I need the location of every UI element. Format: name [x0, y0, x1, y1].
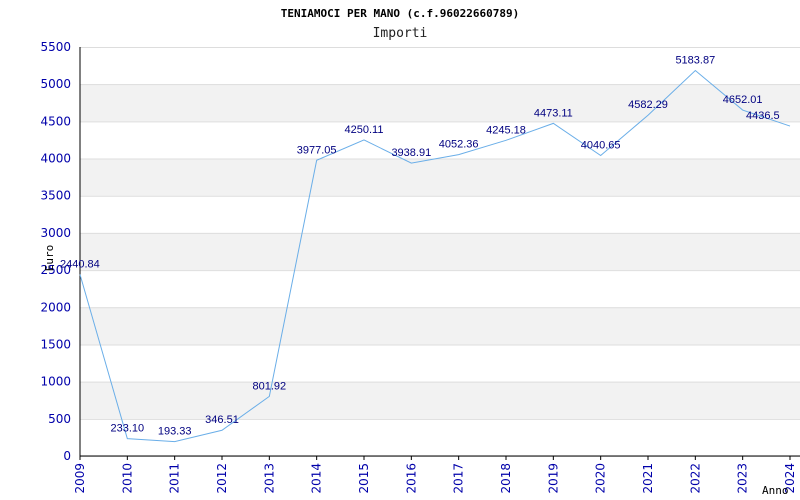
x-tick-label: 2022 — [688, 463, 702, 494]
data-label: 4052.36 — [439, 139, 479, 151]
data-label: 801.92 — [253, 380, 287, 392]
x-tick-label: 2017 — [452, 463, 466, 494]
y-tick-label: 4000 — [40, 152, 71, 166]
y-tick-label: 1500 — [40, 337, 71, 351]
y-axis-label: Euro — [43, 245, 56, 272]
data-label: 3977.05 — [297, 144, 337, 156]
data-label: 4436.5 — [746, 110, 780, 122]
y-tick-label: 3000 — [40, 226, 71, 240]
data-label: 193.33 — [158, 426, 192, 438]
x-tick-label: 2019 — [546, 463, 560, 494]
y-tick-label: 1000 — [40, 375, 71, 389]
x-tick-label: 2020 — [594, 463, 608, 494]
x-tick-label: 2013 — [262, 463, 276, 494]
y-tick-label: 5500 — [40, 40, 71, 54]
x-tick-label: 2021 — [641, 463, 655, 494]
x-tick-label: 2010 — [120, 463, 134, 494]
grid-band — [80, 232, 800, 271]
x-tick-label: 2023 — [736, 463, 750, 494]
x-tick-label: 2015 — [357, 463, 371, 494]
x-tick-label: 2011 — [168, 463, 182, 494]
data-label: 346.51 — [205, 414, 239, 426]
grid-band — [80, 307, 800, 345]
x-axis-label: Anno — [762, 484, 789, 497]
data-label: 4473.11 — [534, 107, 573, 119]
y-tick-label: 4500 — [40, 114, 71, 128]
x-tick-label: 2016 — [404, 463, 418, 494]
data-label: 233.10 — [111, 423, 145, 435]
y-tick-label: 0 — [63, 449, 71, 463]
data-label: 2440.84 — [60, 258, 100, 270]
x-tick-label: 2012 — [215, 463, 229, 494]
chart-subtitle: Importi — [373, 26, 428, 41]
data-label: 4582.29 — [628, 99, 668, 111]
data-label: 4245.18 — [486, 124, 526, 136]
y-tick-label: 3500 — [40, 189, 71, 203]
x-tick-label: 2009 — [73, 463, 87, 494]
data-label: 3938.91 — [391, 147, 431, 159]
grid-band — [80, 381, 800, 419]
data-label: 4250.11 — [345, 124, 384, 136]
data-label: 4652.01 — [723, 94, 763, 106]
line-chart: TENIAMOCI PER MANO (c.f.96022660789) Imp… — [40, 7, 800, 497]
data-label: 5183.87 — [675, 55, 715, 67]
data-label: 4040.65 — [581, 140, 621, 152]
y-tick-label: 2000 — [40, 300, 71, 314]
y-tick-label: 500 — [48, 412, 71, 426]
x-tick-label: 2018 — [499, 463, 513, 494]
chart-title: TENIAMOCI PER MANO (c.f.96022660789) — [281, 7, 519, 20]
grid-band — [80, 158, 800, 196]
y-tick-label: 5000 — [40, 77, 71, 91]
grid-bands — [80, 47, 800, 457]
x-tick-label: 2014 — [310, 463, 324, 494]
x-axis-ticks: 2009 2010 2011 2012 2013 2014 2015 2016 2017 2018… — [73, 456, 797, 494]
grid-band — [80, 84, 800, 122]
